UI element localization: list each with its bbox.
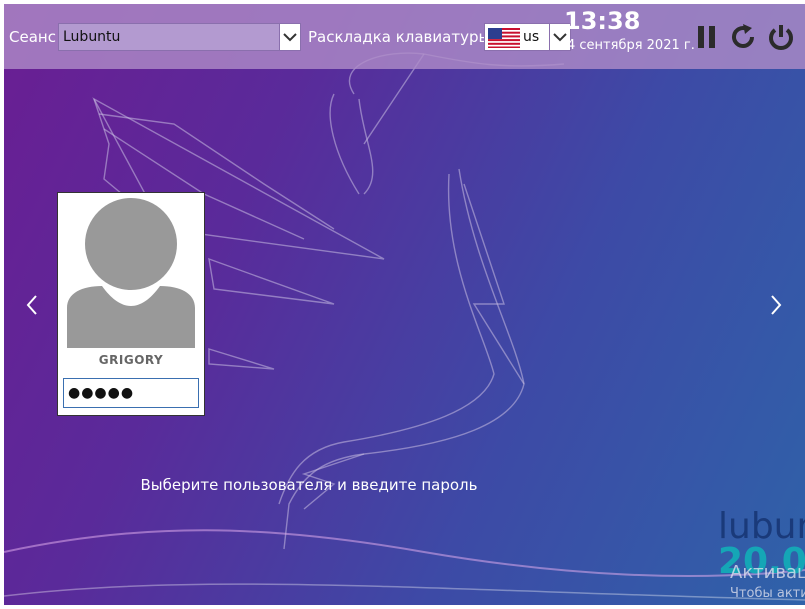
activation-title: Активация Windows	[730, 562, 805, 583]
clock-time: 13:38	[564, 7, 641, 35]
chevron-left-icon	[26, 295, 37, 315]
power-icon	[769, 25, 793, 50]
suspend-icon	[698, 26, 715, 48]
login-hint: Выберите пользователя и введите пароль	[140, 476, 478, 494]
keyboard-layout-label: Раскладка клавиатуры	[308, 28, 491, 46]
restart-icon	[732, 24, 754, 48]
session-label: Сеанс	[9, 28, 56, 46]
password-field[interactable]	[63, 378, 199, 408]
wallpaper: Сеанс Lubuntu Раскладка клавиатуры us 13…	[4, 4, 805, 605]
previous-user-button[interactable]	[22, 292, 42, 318]
shutdown-button[interactable]	[766, 22, 796, 52]
clock-date: 4 сентября 2021 г.	[567, 38, 695, 53]
chevron-down-icon[interactable]	[279, 24, 300, 50]
user-name: GRIGORY	[98, 353, 164, 367]
session-select[interactable]: Lubuntu	[58, 23, 301, 51]
keyboard-layout-select[interactable]: us	[484, 23, 571, 51]
session-value: Lubuntu	[63, 29, 121, 45]
keyboard-layout-value: us	[523, 29, 540, 45]
login-screen: Сеанс Lubuntu Раскладка клавиатуры us 13…	[0, 0, 805, 609]
restart-button[interactable]	[728, 22, 758, 52]
suspend-button[interactable]	[692, 22, 722, 52]
next-user-button[interactable]	[766, 292, 786, 318]
activation-subtitle: Чтобы активировать Windows	[730, 586, 805, 601]
user-card[interactable]: GRIGORY	[57, 192, 205, 416]
chevron-right-icon	[771, 295, 782, 315]
avatar	[67, 198, 195, 348]
top-panel: Сеанс Lubuntu Раскладка клавиатуры us 13…	[4, 4, 805, 69]
us-flag-icon	[488, 28, 520, 48]
